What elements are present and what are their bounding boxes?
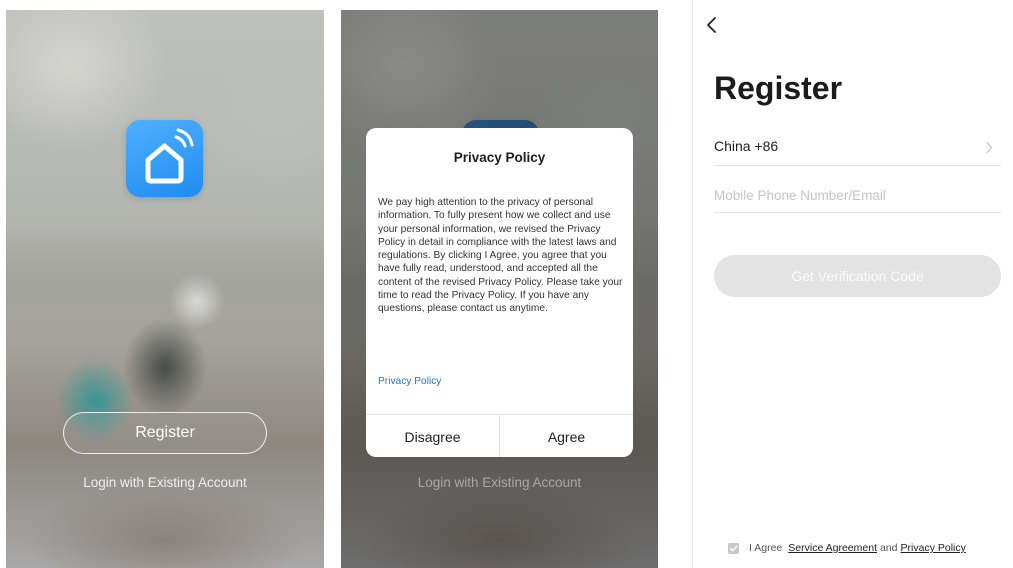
agree-button[interactable]: Agree: [499, 415, 633, 457]
agreement-row: I Agree Service Agreement and Privacy Po…: [728, 542, 966, 554]
login-existing-account-link: Login with Existing Account: [417, 475, 582, 490]
privacy-dialog-screen: Login with Existing Account Privacy Poli…: [341, 10, 658, 568]
country-code-label: China +86: [714, 138, 779, 154]
welcome-screen: Register Login with Existing Account: [6, 10, 324, 568]
agree-prefix-text: I Agree: [749, 542, 783, 554]
login-existing-account-link[interactable]: Login with Existing Account: [6, 475, 324, 490]
agree-checkbox[interactable]: [728, 542, 739, 554]
page-title: Register: [714, 70, 843, 106]
privacy-policy-link[interactable]: Privacy Policy: [901, 542, 966, 554]
privacy-policy-link[interactable]: Privacy Policy: [378, 376, 441, 387]
register-screen: Register China +86 Get Verification Code…: [692, 0, 1013, 568]
privacy-policy-dialog: Privacy Policy We pay high attention to …: [366, 128, 633, 457]
country-selector[interactable]: China +86: [714, 132, 1001, 166]
get-verification-code-button[interactable]: Get Verification Code: [714, 255, 1001, 297]
smart-home-app-icon: [126, 120, 203, 197]
chevron-right-icon: [986, 141, 993, 154]
register-button[interactable]: Register: [63, 412, 267, 454]
disagree-button[interactable]: Disagree: [366, 415, 499, 457]
dialog-body-text: We pay high attention to the privacy of …: [378, 197, 623, 315]
dialog-actions: Disagree Agree: [366, 414, 633, 457]
phone-email-input[interactable]: [714, 180, 1001, 210]
phone-email-field-row: [714, 180, 1001, 213]
dialog-title: Privacy Policy: [453, 150, 546, 165]
service-agreement-link[interactable]: Service Agreement: [788, 542, 877, 554]
chevron-left-icon[interactable]: [705, 16, 719, 34]
and-text: and: [880, 542, 898, 554]
